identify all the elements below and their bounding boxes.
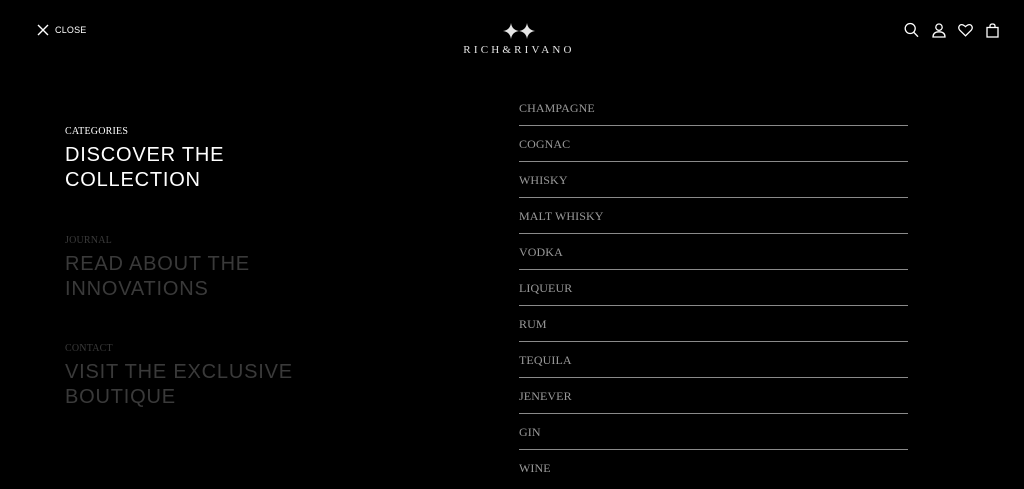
- category-label: GIN: [519, 424, 541, 439]
- logo-stars-icon: [448, 22, 590, 40]
- logo-text: RICH&RIVANO: [463, 44, 575, 56]
- category-item-gin[interactable]: GIN: [519, 414, 908, 450]
- section-contact[interactable]: CONTACT VISIT THE EXCLUSIVE BOUTIQUE: [65, 343, 325, 410]
- section-journal[interactable]: JOURNAL READ ABOUT THE INNOVATIONS: [65, 235, 325, 302]
- section-heading: DISCOVER THE COLLECTION: [65, 144, 225, 191]
- category-label: VODKA: [519, 244, 563, 259]
- category-item-liqueur[interactable]: LIQUEUR: [519, 270, 908, 306]
- category-label: MALT WHISKY: [519, 208, 604, 223]
- section-kicker: CONTACT: [65, 343, 113, 354]
- category-label: LIQUEUR: [519, 280, 573, 295]
- category-label: WINE: [519, 461, 551, 475]
- category-item-vodka[interactable]: VODKA: [519, 234, 908, 270]
- search-icon[interactable]: [904, 22, 919, 38]
- brand-logo[interactable]: RICH&RIVANO: [448, 22, 590, 56]
- category-item-cognac[interactable]: COGNAC: [519, 126, 908, 162]
- category-item-champagne[interactable]: CHAMPAGNE: [519, 90, 908, 126]
- section-categories[interactable]: CATEGORIES DISCOVER THE COLLECTION: [65, 126, 325, 193]
- close-label: CLOSE: [55, 25, 87, 35]
- section-kicker: JOURNAL: [65, 235, 112, 246]
- category-label: JENEVER: [519, 388, 572, 403]
- section-heading: READ ABOUT THE INNOVATIONS: [65, 253, 250, 300]
- category-item-malt-whisky[interactable]: MALT WHISKY: [519, 198, 908, 234]
- category-label: RUM: [519, 316, 547, 331]
- close-button[interactable]: CLOSE: [37, 24, 87, 36]
- close-icon: [37, 24, 49, 36]
- category-label: COGNAC: [519, 136, 571, 151]
- header-actions: [904, 22, 1000, 38]
- account-icon[interactable]: [931, 22, 946, 38]
- category-item-wine[interactable]: WINE: [519, 450, 908, 486]
- category-label: TEQUILA: [519, 352, 572, 367]
- section-kicker: CATEGORIES: [65, 126, 129, 137]
- category-list: CHAMPAGNE COGNAC WHISKY MALT WHISKY VODK…: [519, 90, 908, 486]
- section-heading: VISIT THE EXCLUSIVE BOUTIQUE: [65, 361, 293, 408]
- category-item-rum[interactable]: RUM: [519, 306, 908, 342]
- category-label: CHAMPAGNE: [519, 100, 595, 115]
- category-item-whisky[interactable]: WHISKY: [519, 162, 908, 198]
- category-item-tequila[interactable]: TEQUILA: [519, 342, 908, 378]
- cart-icon[interactable]: [985, 22, 1000, 38]
- category-label: WHISKY: [519, 172, 568, 187]
- category-item-jenever[interactable]: JENEVER: [519, 378, 908, 414]
- wishlist-icon[interactable]: [958, 22, 973, 38]
